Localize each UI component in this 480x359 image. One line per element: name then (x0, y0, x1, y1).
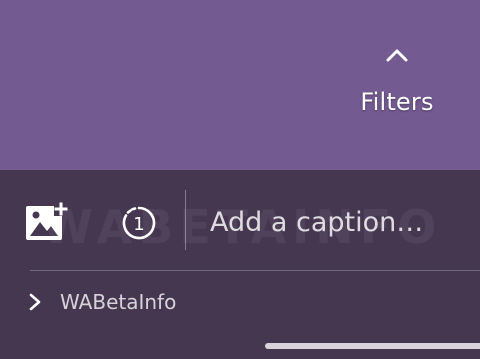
caption-input[interactable] (210, 200, 470, 244)
add-image-icon[interactable] (24, 202, 68, 242)
recipient-name: WABetaInfo (60, 290, 177, 314)
chevron-up-icon (386, 49, 408, 62)
view-once-count: 1 (133, 214, 144, 235)
home-indicator[interactable] (265, 343, 480, 349)
recipient-selector[interactable]: WABetaInfo (28, 282, 176, 322)
media-preview-area: Filters (0, 0, 480, 170)
media-editor-screen: Filters 1 WA (0, 0, 480, 359)
section-divider (30, 270, 480, 271)
view-once-icon[interactable]: 1 (119, 203, 159, 243)
composer-row: 1 (0, 170, 480, 270)
filters-toggle-button[interactable]: Filters (352, 40, 442, 130)
chevron-right-icon (29, 293, 41, 311)
caption-bar: 1 WABetaInfo (0, 170, 480, 359)
filters-label: Filters (360, 88, 434, 116)
composer-divider (185, 190, 186, 250)
